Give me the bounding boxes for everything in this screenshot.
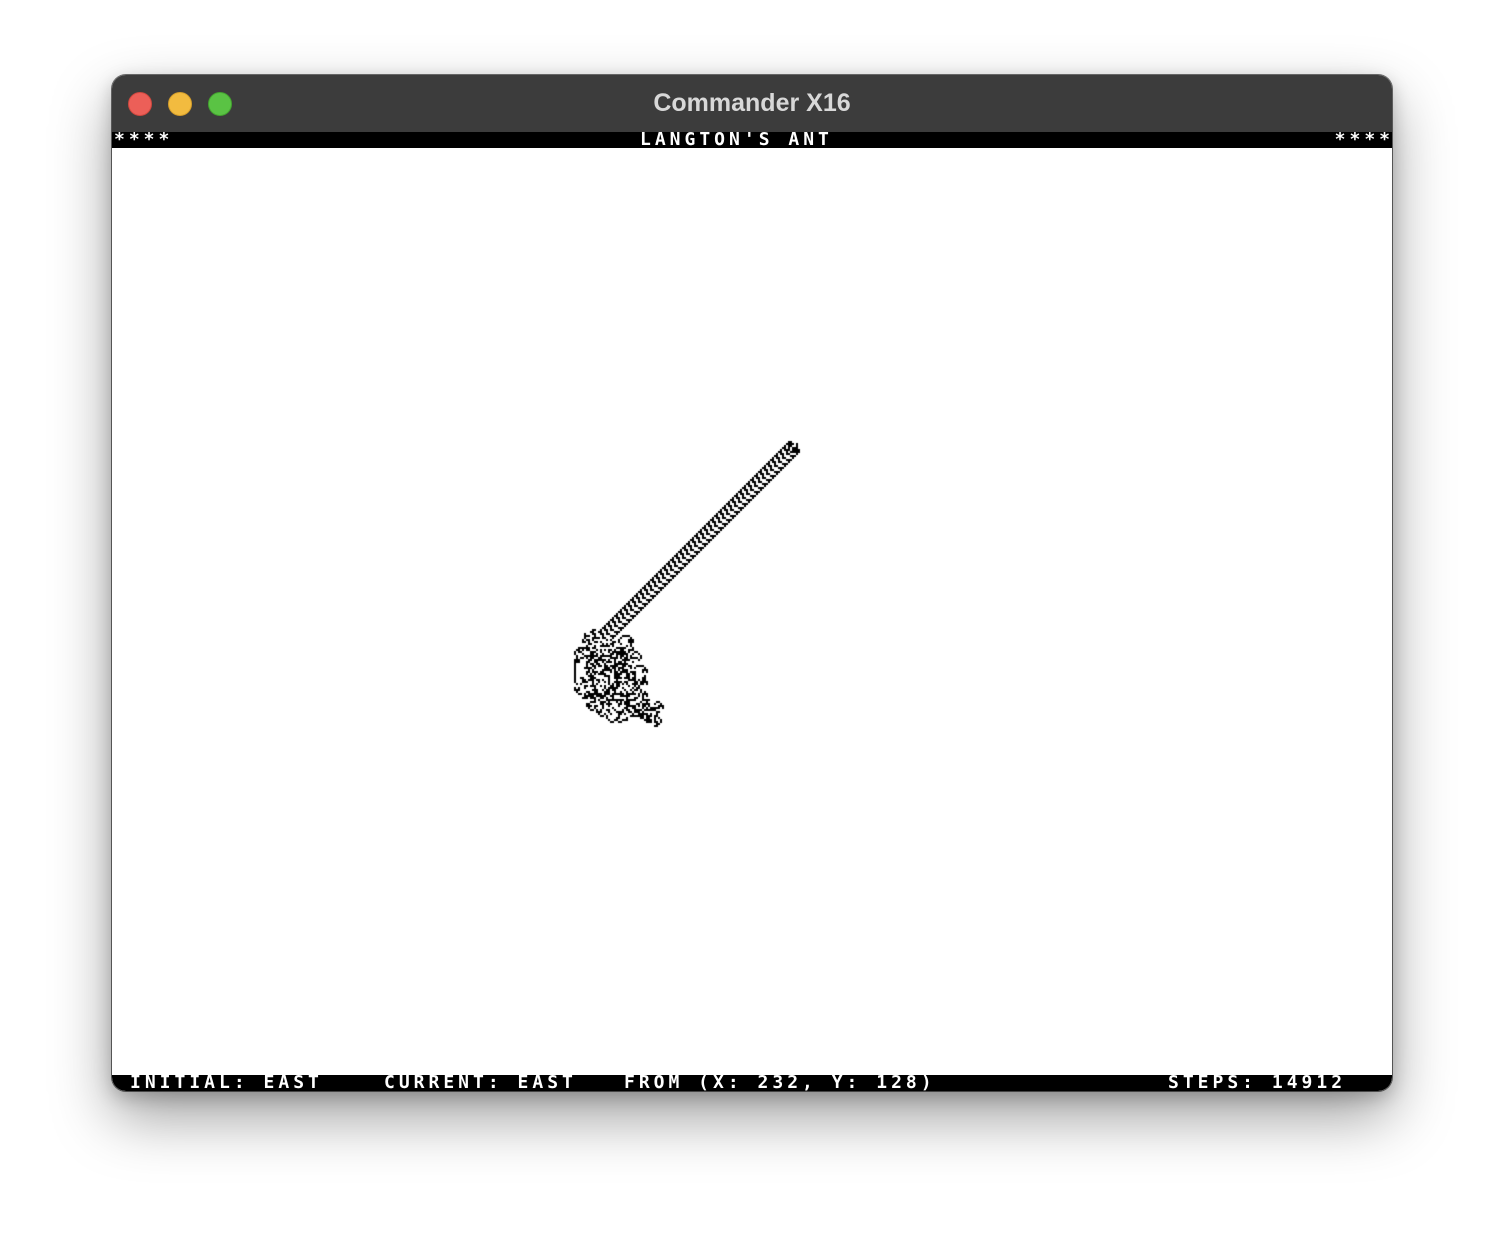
start-position: FROM (X: 232, Y: 128) (624, 1075, 936, 1091)
window-title: Commander X16 (653, 89, 851, 117)
ant-grid-canvas (112, 148, 1392, 1075)
program-title: LANGTON'S ANT (640, 132, 833, 148)
title-bar[interactable]: Commander X16 (112, 75, 1392, 132)
emulator-screen[interactable]: **** LANGTON'S ANT **** INITIAL: EAST CU… (112, 132, 1392, 1091)
header-stars-left: **** (114, 132, 174, 148)
emulator-window: Commander X16 **** LANGTON'S ANT **** IN… (112, 75, 1392, 1091)
status-bar: INITIAL: EAST CURRENT: EAST FROM (X: 232… (112, 1075, 1392, 1091)
header-bar: **** LANGTON'S ANT **** (112, 132, 1392, 148)
step-counter: STEPS: 14912 (1168, 1075, 1347, 1091)
initial-direction: INITIAL: EAST (130, 1075, 323, 1091)
header-stars-right: **** (1334, 132, 1392, 148)
current-direction: CURRENT: EAST (384, 1075, 577, 1091)
